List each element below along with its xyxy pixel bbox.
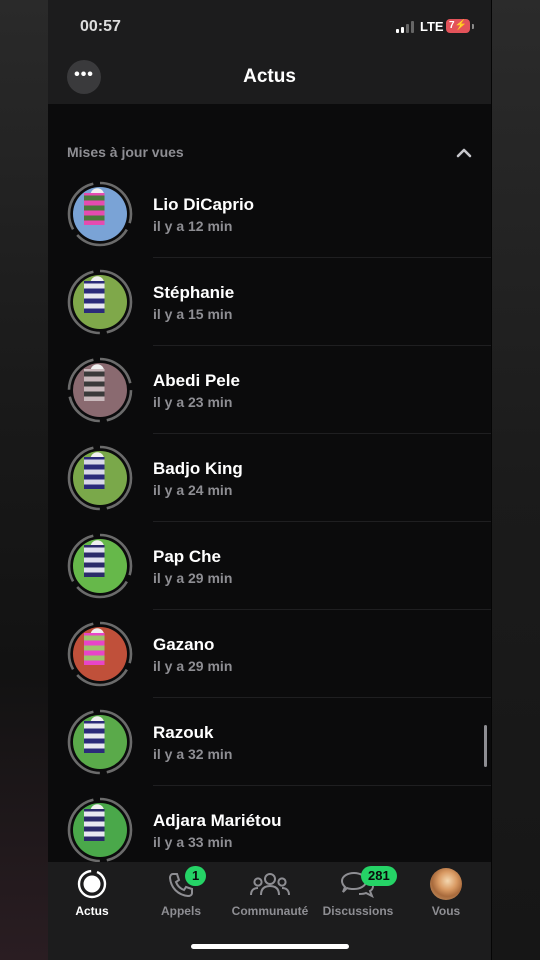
tab-label: Vous <box>431 904 461 918</box>
status-icon <box>77 869 107 899</box>
chevron-up-icon[interactable] <box>455 144 473 162</box>
battery-icon: 7⚡ <box>446 19 470 33</box>
update-time: il y a 32 min <box>153 746 233 762</box>
tab-communaute[interactable]: Communauté <box>226 868 314 918</box>
list-item[interactable]: Gazano il y a 29 min <box>48 610 491 698</box>
app-screen: 00:57 LTE 7⚡ ••• Actus Mises à jour vues… <box>48 0 491 960</box>
avatar-image <box>73 363 127 417</box>
signal-icon <box>396 21 414 33</box>
viewed-updates-header[interactable]: Mises à jour vues <box>67 144 473 162</box>
update-time: il y a 24 min <box>153 482 233 498</box>
contact-name: Abedi Pele <box>153 371 240 390</box>
status-avatar <box>67 797 133 863</box>
contact-name: Lio DiCaprio <box>153 195 255 214</box>
profile-avatar <box>430 868 462 900</box>
tab-label: Actus <box>75 904 109 918</box>
scrollbar[interactable] <box>484 725 487 767</box>
list-item[interactable]: Badjo King il y a 24 min <box>48 434 491 522</box>
section-title: Mises à jour vues <box>67 144 184 160</box>
home-indicator <box>191 944 349 949</box>
contact-name: Razouk <box>153 723 214 742</box>
status-avatar <box>67 357 133 423</box>
list-item[interactable]: Pap Che il y a 29 min <box>48 522 491 610</box>
update-time: il y a 12 min <box>153 218 233 234</box>
tab-discussions[interactable]: 281 Discussions <box>314 866 402 918</box>
blurred-background-right <box>492 0 540 960</box>
battery-tip <box>472 24 474 29</box>
avatar-image <box>73 627 127 681</box>
status-time: 00:57 <box>80 18 121 35</box>
avatar-image <box>73 539 127 593</box>
tab-label: Discussions <box>322 904 394 918</box>
avatar-image <box>73 803 127 857</box>
community-icon <box>250 873 290 896</box>
list-item[interactable]: Abedi Pele il y a 23 min <box>48 346 491 434</box>
contact-name: Gazano <box>153 635 215 654</box>
status-avatar <box>67 269 133 335</box>
list-item[interactable]: Adjara Mariétou il y a 33 min <box>48 786 491 874</box>
update-time: il y a 15 min <box>153 306 233 322</box>
list-item[interactable]: Lio DiCaprio il y a 12 min <box>48 170 491 258</box>
network-label: LTE <box>420 19 444 34</box>
avatar-image <box>73 275 127 329</box>
avatar-image <box>73 187 127 241</box>
avatar-image <box>73 715 127 769</box>
status-avatar <box>67 709 133 775</box>
tab-label: Communauté <box>231 904 309 918</box>
chats-badge: 281 <box>361 866 397 886</box>
tab-appels[interactable]: 1 Appels <box>137 866 225 918</box>
status-avatar <box>67 621 133 687</box>
update-time: il y a 23 min <box>153 394 233 410</box>
contact-name: Stéphanie <box>153 283 235 302</box>
status-bar: 00:57 LTE 7⚡ <box>48 0 491 54</box>
blurred-background-left <box>0 0 48 960</box>
status-avatar <box>67 445 133 511</box>
update-time: il y a 29 min <box>153 658 233 674</box>
status-avatar <box>67 533 133 599</box>
updates-list: Lio DiCaprio il y a 12 min Stéphanie il y a… <box>48 170 491 874</box>
tab-vous[interactable]: Vous <box>402 868 490 918</box>
list-item[interactable]: Razouk il y a 32 min <box>48 698 491 786</box>
update-time: il y a 33 min <box>153 834 233 850</box>
avatar-image <box>73 451 127 505</box>
status-avatar <box>67 181 133 247</box>
contact-name: Badjo King <box>153 459 243 478</box>
tab-actus[interactable]: Actus <box>48 868 136 918</box>
update-time: il y a 29 min <box>153 570 233 586</box>
battery-level: 7 <box>448 20 455 31</box>
list-item[interactable]: Stéphanie il y a 15 min <box>48 258 491 346</box>
calls-badge: 1 <box>185 866 207 886</box>
page-title: Actus <box>243 66 296 87</box>
tab-label: Appels <box>160 904 201 918</box>
contact-name: Pap Che <box>153 547 222 566</box>
top-header: ••• Actus <box>48 54 491 104</box>
contact-name: Adjara Mariétou <box>153 811 282 830</box>
